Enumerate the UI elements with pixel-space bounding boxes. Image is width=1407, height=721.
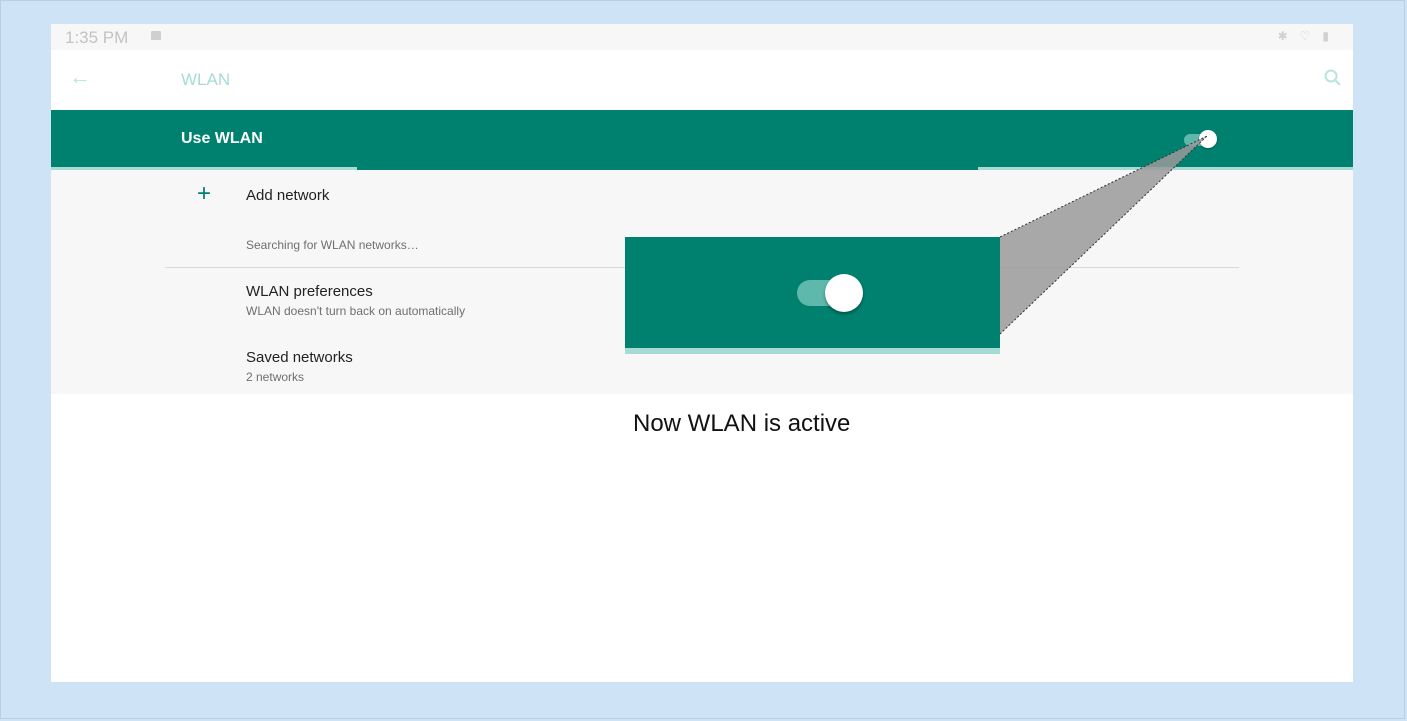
zoomed-toggle-thumb xyxy=(825,274,863,312)
status-time: 1:35 PM xyxy=(65,28,129,47)
searching-status: Searching for WLAN networks… xyxy=(246,238,419,252)
zoom-box-underline xyxy=(625,348,1000,354)
status-bar: 1:35 PM ✱♡▮ xyxy=(51,24,1353,50)
saved-networks-item[interactable]: Saved networks xyxy=(246,349,353,366)
wifi-icon: ♡ xyxy=(1299,29,1323,43)
battery-icon: ▮ xyxy=(1322,29,1341,43)
plus-icon[interactable]: + xyxy=(197,182,211,206)
wlan-preferences-item[interactable]: WLAN preferences xyxy=(246,283,373,300)
status-icons: ✱♡▮ xyxy=(1278,29,1341,43)
bluetooth-icon: ✱ xyxy=(1277,29,1300,43)
add-network-button[interactable]: Add network xyxy=(246,187,329,204)
callout-caption: Now WLAN is active xyxy=(633,410,851,437)
use-wlan-label: Use WLAN xyxy=(181,130,263,147)
page-title: WLAN xyxy=(181,70,231,89)
app-bar: ← WLAN xyxy=(51,50,1353,110)
image-icon xyxy=(151,31,161,40)
search-icon[interactable] xyxy=(1323,68,1343,88)
saved-networks-subtitle: 2 networks xyxy=(246,370,305,384)
zoomed-toggle-callout xyxy=(625,237,1000,354)
arrow-left-icon[interactable]: ← xyxy=(69,66,91,88)
use-wlan-switch-bar[interactable]: Use WLAN xyxy=(51,110,1353,170)
wlan-preferences-subtitle: WLAN doesn't turn back on automatically xyxy=(246,304,466,318)
wlan-toggle-thumb[interactable] xyxy=(1199,130,1217,148)
